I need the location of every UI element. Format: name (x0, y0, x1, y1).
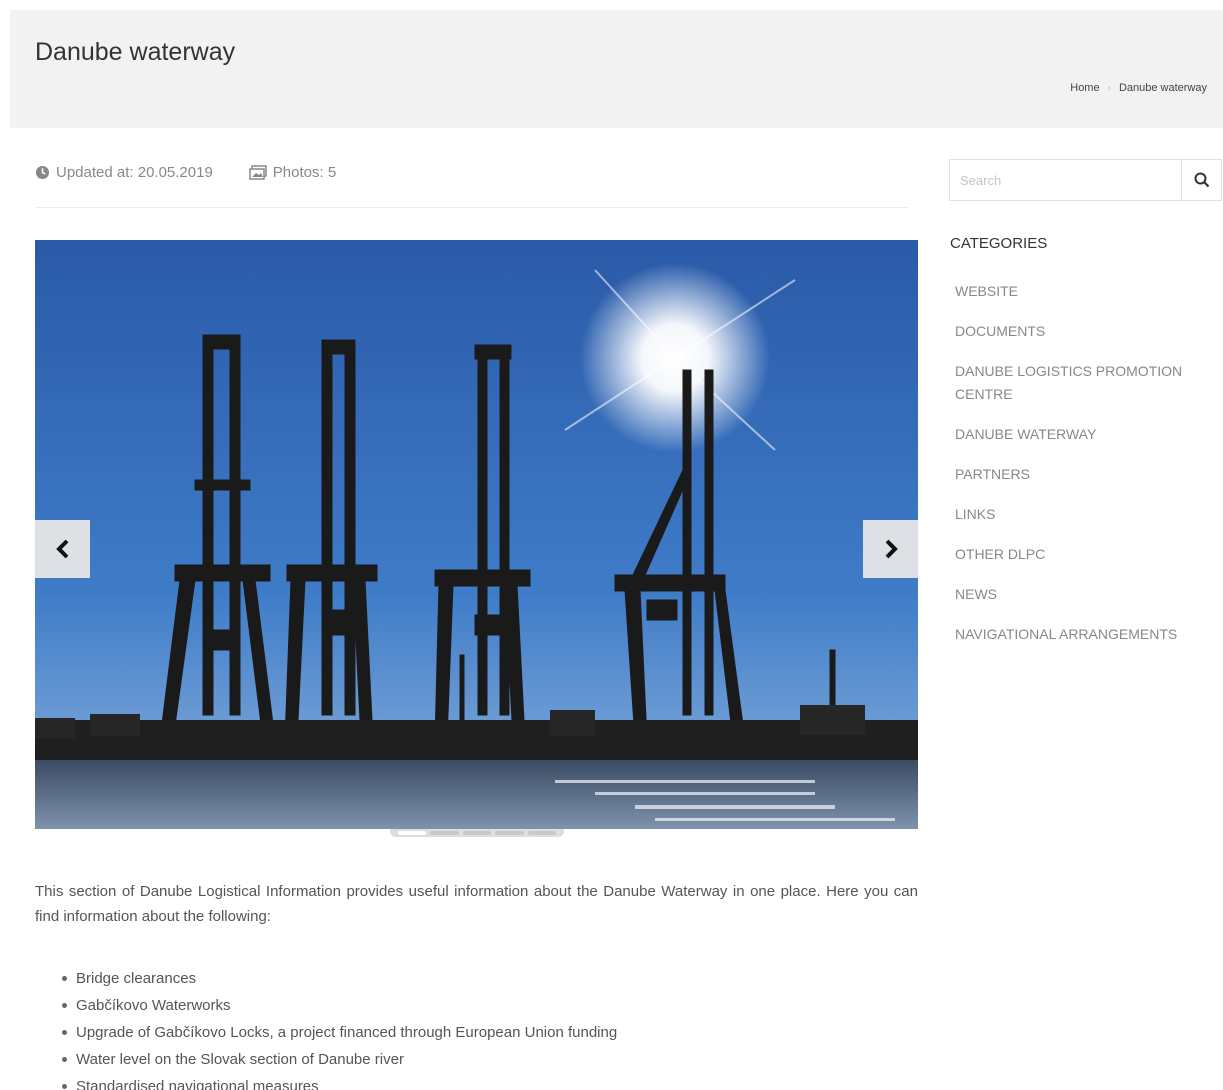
category-link[interactable]: NAVIGATIONAL ARRANGEMENTS (955, 626, 1177, 642)
category-link[interactable]: LINKS (955, 506, 995, 522)
sidebar-item-partners: PARTNERS (955, 461, 1210, 501)
sidebar-item-website: WEBSITE (955, 278, 1210, 318)
sidebar-search (949, 159, 1222, 201)
article-intro: This section of Danube Logistical Inform… (35, 883, 918, 925)
page-header: Danube waterway Home › Danube waterway (10, 10, 1223, 128)
breadcrumb-home-link[interactable]: Home (1070, 82, 1099, 94)
carousel-indicators (390, 829, 564, 837)
search-input[interactable] (950, 160, 1181, 200)
sidebar-item-dlpc: DANUBE LOGISTICS PROMOTION CENTRE (955, 358, 1210, 421)
sidebar-item-danube-waterway: DANUBE WATERWAY (955, 421, 1210, 461)
carousel-indicator[interactable] (495, 831, 524, 835)
categories-list: WEBSITE DOCUMENTS DANUBE LOGISTICS PROMO… (955, 278, 1210, 661)
updated-meta: Updated at: 20.05.2019 (35, 164, 213, 181)
clock-icon (35, 165, 50, 180)
categories-heading: CATEGORIES (950, 235, 1048, 252)
sidebar-item-news: NEWS (955, 581, 1210, 621)
carousel-prev-button[interactable] (35, 520, 90, 578)
carousel-next-button[interactable] (863, 520, 918, 578)
list-item: Gabčíkovo Waterworks (62, 992, 617, 1019)
sidebar-item-links: LINKS (955, 501, 1210, 541)
search-button[interactable] (1181, 160, 1221, 200)
breadcrumb-current: Danube waterway (1118, 82, 1207, 94)
category-link[interactable]: DANUBE WATERWAY (955, 426, 1096, 442)
photos-icon (249, 165, 267, 180)
carousel-indicator[interactable] (430, 831, 459, 835)
topics-list: Bridge clearances Gabčíkovo Waterworks U… (62, 965, 617, 1090)
chevron-left-icon (55, 539, 68, 559)
meta-divider (35, 207, 908, 208)
sidebar-item-other-dlpc: OTHER DLPC (955, 541, 1210, 581)
category-link[interactable]: NEWS (955, 586, 997, 602)
carousel-photo (35, 240, 918, 829)
category-link[interactable]: PARTNERS (955, 466, 1030, 482)
search-icon (1194, 172, 1209, 188)
page-title: Danube waterway (35, 38, 236, 66)
carousel-indicator[interactable] (398, 831, 427, 835)
category-link[interactable]: WEBSITE (955, 283, 1018, 299)
updated-date: Updated at: 20.05.2019 (56, 164, 213, 181)
sidebar-item-navigational-arrangements: NAVIGATIONAL ARRANGEMENTS (955, 621, 1210, 661)
category-link[interactable]: DOCUMENTS (955, 323, 1045, 339)
photos-count: Photos: 5 (272, 164, 337, 181)
sidebar-item-documents: DOCUMENTS (955, 318, 1210, 358)
category-link[interactable]: DANUBE LOGISTICS PROMOTION CENTRE (955, 363, 1182, 402)
chevron-right-icon (885, 539, 898, 559)
carousel-indicator[interactable] (462, 831, 492, 835)
carousel-indicator[interactable] (527, 831, 557, 835)
photo-carousel[interactable] (35, 240, 918, 829)
breadcrumb: Home › Danube waterway (1070, 82, 1207, 94)
breadcrumb-separator-icon: › (1107, 82, 1111, 94)
photos-meta: Photos: 5 (249, 164, 336, 181)
list-item: Standardised navigational measures (62, 1073, 617, 1090)
list-item: Upgrade of Gabčíkovo Locks, a project fi… (62, 1019, 617, 1046)
list-item: Bridge clearances (62, 965, 617, 992)
category-link[interactable]: OTHER DLPC (955, 546, 1045, 562)
list-item: Water level on the Slovak section of Dan… (62, 1046, 617, 1073)
article-meta: Updated at: 20.05.2019 Photos: 5 (35, 164, 336, 181)
